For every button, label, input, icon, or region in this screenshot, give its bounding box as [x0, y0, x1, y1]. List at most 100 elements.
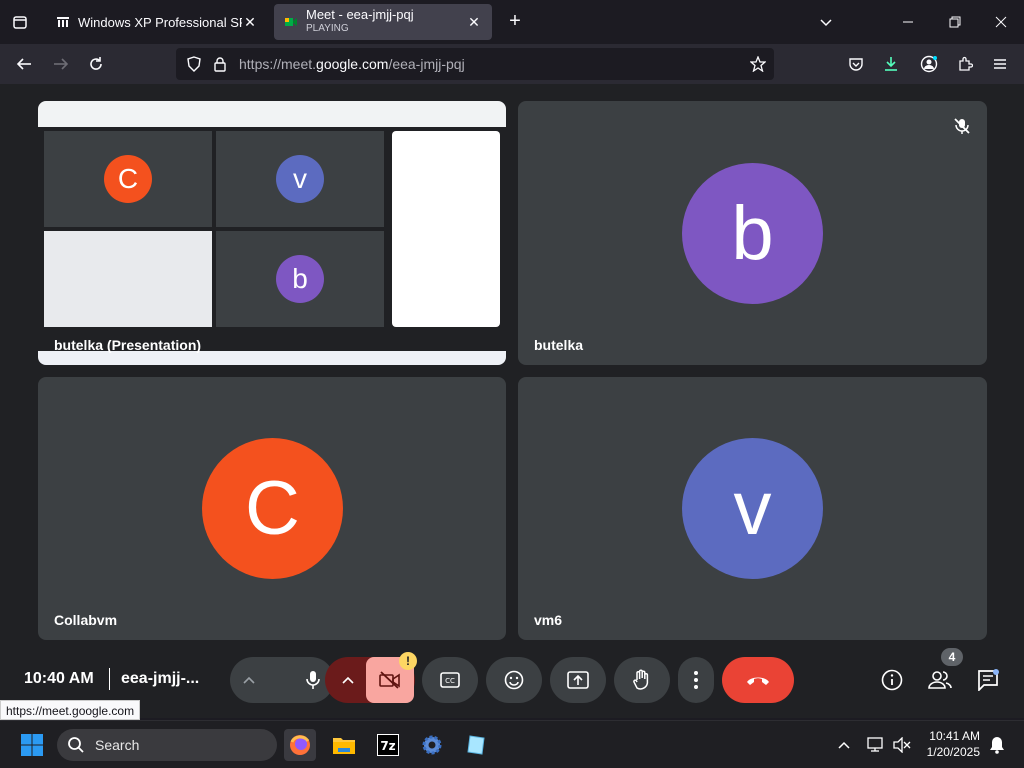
volume-button[interactable] [890, 729, 914, 761]
reactions-button[interactable] [486, 657, 542, 703]
chevron-up-icon[interactable] [242, 673, 256, 687]
people-icon [928, 671, 952, 689]
taskbar-firefox[interactable] [284, 729, 316, 761]
tile-name: butelka (Presentation) [54, 337, 202, 353]
mic-control-group [230, 657, 334, 703]
pocket-icon [849, 58, 863, 71]
leave-call-button[interactable] [722, 657, 794, 703]
meeting-time: 10:40 AM [24, 670, 94, 687]
volume-muted-icon [893, 737, 911, 753]
avatar: C [202, 438, 343, 579]
presentation-tile[interactable]: C v b butelka (Presentation) [38, 101, 506, 365]
thumb-side-panel [392, 131, 500, 327]
notifications-button[interactable] [986, 729, 1008, 761]
hand-icon [633, 669, 649, 690]
firefox-icon [290, 735, 310, 755]
museum-icon [57, 17, 69, 27]
url-bar[interactable]: https://meet.google.com/eea-jmjj-pqj [176, 48, 774, 80]
url-text: https://meet.google.com/eea-jmjj-pqj [239, 56, 465, 72]
chevron-up-icon[interactable] [341, 673, 355, 687]
restore-button[interactable] [943, 10, 967, 34]
participant-tile-vm6[interactable]: v vm6 [518, 377, 987, 640]
windows-logo-icon [21, 734, 43, 756]
bookmark-star-icon[interactable] [750, 56, 766, 72]
extensions-button[interactable] [953, 52, 977, 76]
tab-title: Windows XP Professional SP3 x86 [78, 14, 242, 30]
windows-taskbar: Search 7z 10:41 AM 1/20/2025 [0, 720, 1024, 768]
show-hidden-icons-button[interactable] [832, 729, 856, 761]
thumb-avatar-v: v [276, 155, 324, 203]
raise-hand-button[interactable] [614, 657, 670, 703]
lock-icon[interactable] [213, 56, 227, 72]
forward-button[interactable] [49, 52, 73, 76]
captions-button[interactable]: CC [422, 657, 478, 703]
tab-title: Meet - eea-jmjj-pqj [306, 7, 414, 22]
presentation-browser-chrome [38, 101, 506, 127]
network-button[interactable] [864, 729, 888, 761]
tile-name: Collabvm [54, 612, 118, 628]
tab-meet[interactable]: Meet - eea-jmjj-pqj PLAYING ✕ [274, 4, 492, 40]
menu-button[interactable] [988, 52, 1012, 76]
back-button[interactable] [12, 52, 36, 76]
meeting-details-button[interactable] [872, 657, 912, 703]
clock-date: 1/20/2025 [926, 745, 980, 759]
taskbar-search[interactable]: Search [57, 729, 277, 761]
hamburger-icon [994, 59, 1006, 69]
close-tab-icon[interactable]: ✕ [242, 14, 258, 31]
downloads-button[interactable] [879, 52, 903, 76]
taskbar-7zip[interactable]: 7z [372, 729, 404, 761]
close-tab-icon[interactable]: ✕ [466, 14, 482, 31]
chevron-down-icon [820, 19, 832, 27]
bell-icon [990, 737, 1004, 754]
tab-list-button[interactable] [8, 10, 32, 34]
app-icon [467, 735, 485, 755]
system-clock[interactable]: 10:41 AM 1/20/2025 [927, 728, 980, 760]
participant-tile-butelka[interactable]: b butelka [518, 101, 987, 365]
divider [109, 668, 110, 690]
closed-captions-icon: CC [440, 672, 460, 688]
link-status-tooltip: https://meet.google.com [0, 700, 141, 720]
close-icon [995, 16, 1007, 28]
search-label: Search [95, 737, 140, 753]
minimize-button[interactable] [896, 10, 920, 34]
participant-tile-collabvm[interactable]: C Collabvm [38, 377, 506, 640]
thumb-avatar-c: C [104, 155, 152, 203]
tab-list-icon [13, 16, 27, 29]
shield-icon[interactable] [186, 56, 202, 72]
new-tab-button[interactable]: + [504, 10, 526, 32]
account-button[interactable] [917, 52, 941, 76]
taskbar-file-explorer[interactable] [328, 729, 360, 761]
7zip-icon: 7z [377, 734, 399, 756]
microphone-icon[interactable] [304, 670, 322, 690]
tab-playing-label: PLAYING [306, 23, 349, 34]
chat-button[interactable] [968, 657, 1008, 703]
search-icon [68, 737, 84, 753]
camera-warning-badge: ! [399, 652, 417, 670]
nav-toolbar: https://meet.google.com/eea-jmjj-pqj [0, 44, 1024, 84]
meeting-code[interactable]: eea-jmjj-... [121, 670, 199, 688]
tile-name: vm6 [534, 612, 563, 628]
reload-button[interactable] [84, 52, 108, 76]
account-icon [920, 55, 938, 73]
avatar: b [682, 163, 823, 304]
tab-strip: Windows XP Professional SP3 x86 ✕ Meet -… [0, 0, 1024, 44]
more-options-button[interactable] [678, 657, 714, 703]
taskbar-settings[interactable] [416, 729, 448, 761]
tab-overflow-button[interactable] [814, 10, 838, 34]
more-vert-icon [694, 671, 698, 689]
meet-stage: C v b butelka (Presentation) b butelka C… [0, 84, 1024, 718]
start-button[interactable] [16, 729, 48, 761]
pocket-button[interactable] [844, 52, 868, 76]
network-icon [867, 737, 883, 752]
thumb-avatar-b: b [276, 255, 324, 303]
thumb-tile-b: b [216, 231, 384, 327]
present-screen-icon [567, 671, 589, 689]
close-window-button[interactable] [989, 10, 1013, 34]
svg-text:7z: 7z [380, 739, 395, 753]
restore-icon [949, 16, 961, 28]
arrow-left-icon [16, 58, 31, 70]
taskbar-app[interactable] [460, 729, 492, 761]
present-screen-button[interactable] [550, 657, 606, 703]
tile-name: butelka [534, 337, 584, 353]
tab-windows-xp[interactable]: Windows XP Professional SP3 x86 ✕ [46, 4, 268, 40]
